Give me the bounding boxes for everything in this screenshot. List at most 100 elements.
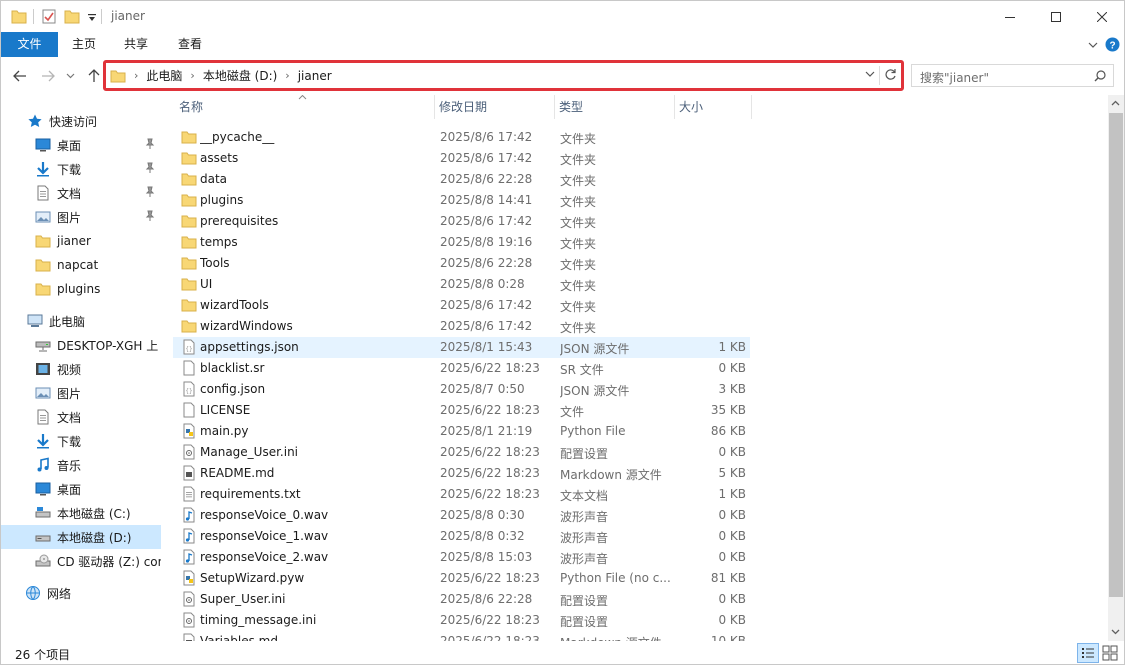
column-header-name[interactable]: 名称 xyxy=(161,95,426,119)
tab-view[interactable]: 查看 xyxy=(162,32,218,57)
file-row[interactable]: Manage_User.ini 2025/6/22 18:23 配置设置 0 KB xyxy=(173,442,750,463)
file-name: plugins xyxy=(200,193,244,207)
scroll-up-icon[interactable] xyxy=(1111,100,1120,106)
sidebar-item[interactable]: 图片 xyxy=(1,205,161,229)
refresh-icon[interactable] xyxy=(884,68,897,81)
divider xyxy=(879,66,880,85)
file-row[interactable]: blacklist.sr 2025/6/22 18:23 SR 文件 0 KB xyxy=(173,358,750,379)
close-icon xyxy=(1097,11,1107,22)
sidebar-item[interactable]: 本地磁盘 (C:) xyxy=(1,501,161,525)
column-divider[interactable] xyxy=(751,95,752,119)
file-size: 3 KB xyxy=(718,382,746,396)
sidebar-item[interactable]: 文档 xyxy=(1,181,161,205)
address-row: › 此电脑 › 本地磁盘 (D:) › jianer 搜索"jianer" xyxy=(1,57,1124,95)
sidebar-item[interactable]: jianer xyxy=(1,229,161,253)
large-icons-view-icon[interactable] xyxy=(1102,645,1118,661)
sidebar-item[interactable]: 音乐 xyxy=(1,453,161,477)
chevron-right-icon[interactable]: › xyxy=(285,69,289,82)
scrollbar-thumb[interactable] xyxy=(1109,113,1123,597)
file-date: 2025/8/6 17:42 xyxy=(440,319,533,333)
file-row[interactable]: __pycache__ 2025/8/6 17:42 文件夹 xyxy=(173,127,750,148)
file-row[interactable]: responseVoice_1.wav 2025/8/8 0:32 波形声音 0 KB xyxy=(173,526,750,547)
pin-icon xyxy=(145,138,155,150)
properties-icon[interactable] xyxy=(41,8,57,25)
folder-icon xyxy=(181,129,197,145)
sidebar-item[interactable]: 桌面 xyxy=(1,477,161,501)
scroll-down-icon[interactable] xyxy=(1111,629,1120,635)
expand-ribbon-icon[interactable] xyxy=(1088,41,1098,49)
tab-share[interactable]: 共享 xyxy=(110,32,162,57)
sidebar-item[interactable]: 本地磁盘 (D:) xyxy=(1,525,161,549)
help-icon[interactable]: ? xyxy=(1105,37,1120,52)
close-button[interactable] xyxy=(1079,1,1125,32)
column-header-size[interactable]: 大小 xyxy=(661,95,751,119)
back-button[interactable] xyxy=(11,67,29,85)
file-row[interactable]: LICENSE 2025/6/22 18:23 文件 35 KB xyxy=(173,400,750,421)
file-row[interactable]: timing_message.ini 2025/6/22 18:23 配置设置 0 K… xyxy=(173,610,750,631)
address-history-icon[interactable] xyxy=(865,71,875,78)
file-row[interactable]: README.md 2025/6/22 18:23 Markdown 源文件 5 KB xyxy=(173,463,750,484)
search-icon[interactable] xyxy=(1094,70,1106,82)
chevron-right-icon[interactable]: › xyxy=(134,69,138,82)
file-row[interactable]: responseVoice_0.wav 2025/8/8 0:30 波形声音 0 KB xyxy=(173,505,750,526)
maximize-button[interactable] xyxy=(1033,1,1079,32)
sidebar-item[interactable]: 文档 xyxy=(1,405,161,429)
file-row[interactable]: responseVoice_2.wav 2025/8/8 15:03 波形声音 0 K… xyxy=(173,547,750,568)
file-row[interactable]: {} config.json 2025/8/7 0:50 JSON 源文件 3 KB xyxy=(173,379,750,400)
column-header-type[interactable]: 类型 xyxy=(541,95,661,119)
new-folder-icon[interactable] xyxy=(64,8,80,25)
minimize-button[interactable] xyxy=(987,1,1033,32)
crumb-drive-d[interactable]: 本地磁盘 (D:) xyxy=(203,67,277,84)
file-row[interactable]: main.py 2025/8/1 21:19 Python File 86 KB xyxy=(173,421,750,442)
file-row[interactable]: temps 2025/8/8 19:16 文件夹 xyxy=(173,232,750,253)
forward-button[interactable] xyxy=(39,67,57,85)
column-header-date[interactable]: 修改日期 xyxy=(421,95,541,119)
folder-icon xyxy=(181,276,197,292)
md-file-icon xyxy=(181,633,197,641)
sidebar-item[interactable]: 下载 xyxy=(1,429,161,453)
crumb-this-pc[interactable]: 此电脑 xyxy=(146,67,182,84)
file-row[interactable]: prerequisites 2025/8/6 17:42 文件夹 xyxy=(173,211,750,232)
file-row[interactable]: Variables.md 2025/6/22 18:23 Markdown 源文件 1… xyxy=(173,631,750,641)
sidebar-item[interactable]: plugins xyxy=(1,277,161,301)
file-row[interactable]: requirements.txt 2025/6/22 18:23 文本文档 1 KB xyxy=(173,484,750,505)
sidebar-item[interactable]: CD 驱动器 (Z:) con xyxy=(1,549,161,573)
details-view-icon[interactable] xyxy=(1077,643,1099,663)
sidebar-item[interactable]: 下载 xyxy=(1,157,161,181)
tab-home[interactable]: 主页 xyxy=(58,32,110,57)
recent-locations-button[interactable] xyxy=(64,67,76,85)
sidebar-item[interactable]: 桌面 xyxy=(1,133,161,157)
sidebar-item-label: plugins xyxy=(57,282,101,296)
file-row[interactable]: plugins 2025/8/8 14:41 文件夹 xyxy=(173,190,750,211)
file-row[interactable]: data 2025/8/6 22:28 文件夹 xyxy=(173,169,750,190)
up-button[interactable] xyxy=(85,67,103,85)
search-input[interactable]: 搜索"jianer" xyxy=(911,64,1114,87)
sidebar-item[interactable]: DESKTOP-XGH 上 xyxy=(1,333,161,357)
address-bar[interactable]: › 此电脑 › 本地磁盘 (D:) › jianer xyxy=(103,60,904,91)
sidebar-item[interactable]: 快速访问 xyxy=(1,109,161,133)
sidebar-item[interactable]: 网络 xyxy=(1,581,161,605)
sidebar-item[interactable]: 图片 xyxy=(1,381,161,405)
file-row[interactable]: Tools 2025/8/6 22:28 文件夹 xyxy=(173,253,750,274)
forward-arrow-icon xyxy=(42,70,55,82)
sidebar-item[interactable]: 此电脑 xyxy=(1,309,161,333)
audio-file-icon xyxy=(181,549,197,565)
file-row[interactable]: {} appsettings.json 2025/8/1 15:43 JSON 源文件… xyxy=(173,337,750,358)
crumb-jianer[interactable]: jianer xyxy=(298,69,332,83)
file-row[interactable]: assets 2025/8/6 17:42 文件夹 xyxy=(173,148,750,169)
window-title: jianer xyxy=(111,9,145,23)
tab-file[interactable]: 文件 xyxy=(1,32,58,57)
customize-toolbar-icon[interactable] xyxy=(86,8,98,25)
file-name: requirements.txt xyxy=(200,487,301,501)
file-row[interactable]: UI 2025/8/8 0:28 文件夹 xyxy=(173,274,750,295)
file-row[interactable]: SetupWizard.pyw 2025/6/22 18:23 Python Fil… xyxy=(173,568,750,589)
vertical-scrollbar[interactable] xyxy=(1108,95,1124,641)
file-date: 2025/8/6 17:42 xyxy=(440,151,533,165)
file-row[interactable]: Super_User.ini 2025/8/6 22:28 配置设置 0 KB xyxy=(173,589,750,610)
explorer-window: jianer 文件 主页 共享 查看 ? › 此电脑 › 本地磁盘 (D:) ›… xyxy=(0,0,1125,665)
chevron-right-icon[interactable]: › xyxy=(190,69,194,82)
sidebar-item[interactable]: 视频 xyxy=(1,357,161,381)
file-row[interactable]: wizardWindows 2025/8/6 17:42 文件夹 xyxy=(173,316,750,337)
sidebar-item[interactable]: napcat xyxy=(1,253,161,277)
file-row[interactable]: wizardTools 2025/8/6 17:42 文件夹 xyxy=(173,295,750,316)
